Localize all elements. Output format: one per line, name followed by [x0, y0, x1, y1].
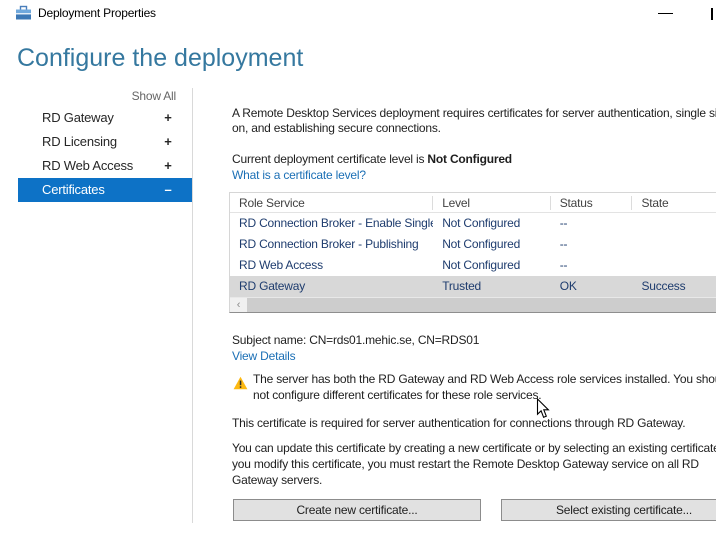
table-row-selected[interactable]: RD Gateway Trusted OK Success: [230, 276, 716, 297]
warning-text-line2: not configure different certificates for…: [253, 388, 541, 403]
warning-icon: [233, 376, 248, 390]
cell-status: --: [551, 216, 633, 231]
cell-status: --: [551, 258, 633, 273]
sidebar-item-label: RD Web Access: [42, 158, 133, 173]
select-existing-certificate-button[interactable]: Select existing certificate...: [501, 499, 716, 521]
update-text-line2: you modify this certificate, you must re…: [232, 457, 699, 472]
sidebar-item-rd-gateway[interactable]: RD Gateway +: [18, 106, 193, 130]
scrollbar-thumb[interactable]: [247, 298, 716, 312]
scroll-left-arrow-icon[interactable]: ‹: [230, 298, 247, 312]
sidebar-item-label: Certificates: [42, 182, 105, 197]
role-service-table: Role Service Level Status State RD Conne…: [229, 192, 716, 313]
cell-level: Not Configured: [433, 258, 551, 273]
column-header-status[interactable]: Status: [551, 196, 633, 210]
expand-icon[interactable]: +: [158, 106, 178, 130]
expand-icon[interactable]: +: [158, 154, 178, 178]
table-row[interactable]: RD Connection Broker - Publishing Not Co…: [230, 234, 716, 255]
intro-text-line1: A Remote Desktop Services deployment req…: [232, 106, 716, 121]
minimize-icon: [658, 13, 673, 14]
column-header-level[interactable]: Level: [433, 196, 551, 210]
table-row[interactable]: RD Connection Broker - Enable Single Sig…: [230, 213, 716, 234]
deployment-properties-window: { "window": { "title": "Deployment Prope…: [0, 0, 716, 539]
view-details-link[interactable]: View Details: [232, 349, 295, 364]
cell-state: [632, 258, 716, 273]
minimize-button[interactable]: [648, 0, 684, 26]
column-header-role-service[interactable]: Role Service: [230, 196, 433, 210]
deployment-properties-icon: [15, 5, 32, 21]
update-text-line3: Gateway servers.: [232, 473, 322, 488]
cell-role-service: RD Connection Broker - Enable Single Sig…: [230, 216, 433, 231]
certificate-level-value: Not Configured: [427, 152, 512, 166]
cell-role-service: RD Web Access: [230, 258, 433, 273]
cell-status: OK: [551, 279, 633, 294]
cell-role-service: RD Connection Broker - Publishing: [230, 237, 433, 252]
cell-state: Success: [632, 279, 716, 294]
cell-state: [632, 216, 716, 231]
sidebar-item-rd-licensing[interactable]: RD Licensing +: [18, 130, 193, 154]
subject-name-text: Subject name: CN=rds01.mehic.se, CN=RDS0…: [232, 333, 479, 348]
show-all-link[interactable]: Show All: [0, 89, 176, 103]
sidebar-divider: [192, 88, 193, 523]
horizontal-scrollbar[interactable]: ‹: [230, 297, 716, 312]
window-title: Deployment Properties: [38, 6, 156, 20]
table-header-row: Role Service Level Status State: [230, 193, 716, 213]
update-text-line1: You can update this certificate by creat…: [232, 441, 716, 456]
sidebar-item-label: RD Gateway: [42, 110, 114, 125]
certificate-level-text: Current deployment certificate level is …: [232, 152, 512, 167]
content-pane: A Remote Desktop Services deployment req…: [229, 100, 716, 539]
intro-text-line2: on, and establishing secure connections.: [232, 121, 441, 136]
column-header-state[interactable]: State: [632, 196, 716, 210]
title-bar: Deployment Properties: [0, 0, 716, 26]
table-row[interactable]: RD Web Access Not Configured --: [230, 255, 716, 276]
cell-status: --: [551, 237, 633, 252]
cell-level: Not Configured: [433, 237, 551, 252]
cell-state: [632, 237, 716, 252]
certificate-required-text: This certificate is required for server …: [232, 416, 685, 431]
cell-level: Trusted: [433, 279, 551, 294]
certificate-level-prefix: Current deployment certificate level is: [232, 152, 427, 166]
expand-icon[interactable]: +: [158, 130, 178, 154]
cell-role-service: RD Gateway: [230, 279, 433, 294]
maximize-icon[interactable]: [711, 8, 713, 20]
sidebar-item-rd-web-access[interactable]: RD Web Access +: [18, 154, 193, 178]
warning-text-line1: The server has both the RD Gateway and R…: [253, 372, 716, 387]
create-new-certificate-button[interactable]: Create new certificate...: [233, 499, 481, 521]
what-is-certificate-level-link[interactable]: What is a certificate level?: [232, 168, 366, 183]
sidebar-item-label: RD Licensing: [42, 134, 117, 149]
collapse-icon[interactable]: –: [158, 178, 178, 202]
cell-level: Not Configured: [433, 216, 551, 231]
page-title: Configure the deployment: [17, 44, 303, 73]
sidebar-item-certificates[interactable]: Certificates –: [18, 178, 193, 202]
